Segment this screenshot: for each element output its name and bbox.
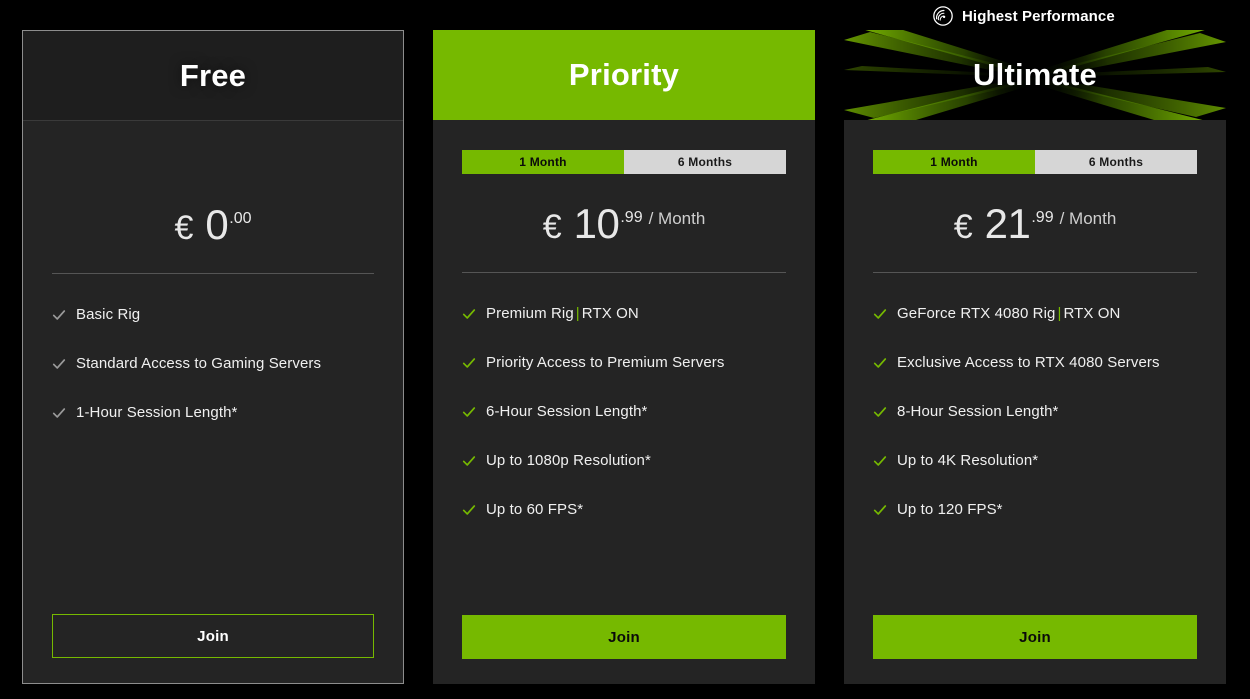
list-item: Standard Access to Gaming Servers xyxy=(52,355,374,373)
checkmark-icon xyxy=(52,408,66,418)
price-amount: 21 xyxy=(984,200,1031,247)
checkmark-icon xyxy=(873,456,887,466)
list-item: Basic Rig xyxy=(52,306,374,324)
plan-title: Ultimate xyxy=(973,57,1097,92)
join-button[interactable]: Join xyxy=(52,614,374,658)
plan-title: Priority xyxy=(568,57,680,92)
checkmark-icon xyxy=(52,310,66,320)
join-button[interactable]: Join xyxy=(462,615,786,659)
price-cents: .00 xyxy=(229,210,252,227)
toggle-option-6-months[interactable]: 6 Months xyxy=(1035,150,1197,174)
toggle-option-1-month[interactable]: 1 Month xyxy=(873,150,1035,174)
highest-performance-badge: Highest Performance xyxy=(932,3,1115,29)
list-item: Premium Rig | RTX ON xyxy=(462,305,786,323)
feature-label: Priority Access to Premium Servers xyxy=(486,354,725,371)
list-item: GeForce RTX 4080 Rig | RTX ON xyxy=(873,305,1197,323)
feature-label: Up to 60 FPS* xyxy=(486,501,584,518)
plan-title: Free xyxy=(179,57,247,93)
join-button[interactable]: Join xyxy=(873,615,1197,659)
feature-label-suffix: RTX ON xyxy=(1063,305,1121,322)
card-body-free: € 0 .00 Basic Rig Standard Access to Gam… xyxy=(23,121,403,683)
pricing-card-free: Free € 0 .00 Basic Rig Standard Access t… xyxy=(22,30,404,684)
checkmark-icon xyxy=(462,309,476,319)
checkmark-icon xyxy=(462,407,476,417)
divider xyxy=(52,273,374,274)
feature-label: 1-Hour Session Length* xyxy=(76,404,238,421)
price-priority: € 10 .99 / Month xyxy=(462,200,786,247)
checkmark-icon xyxy=(462,505,476,515)
list-item: Up to 4K Resolution* xyxy=(873,452,1197,470)
price-cents: .99 xyxy=(1031,209,1054,226)
list-item: 8-Hour Session Length* xyxy=(873,403,1197,421)
cta-wrapper: Join xyxy=(52,614,374,683)
checkmark-icon xyxy=(873,505,887,515)
feature-label-main: GeForce RTX 4080 Rig xyxy=(897,305,1056,322)
billing-period-toggle: 1 Month 6 Months xyxy=(462,150,786,174)
divider xyxy=(873,272,1197,273)
card-header-ultimate: Ultimate xyxy=(844,30,1226,120)
price-period: / Month xyxy=(648,209,706,228)
feature-list-free: Basic Rig Standard Access to Gaming Serv… xyxy=(52,306,374,614)
feature-label: Basic Rig xyxy=(76,306,141,323)
feature-list-ultimate: GeForce RTX 4080 Rig | RTX ON Exclusive Ac… xyxy=(873,305,1197,615)
list-item: Priority Access to Premium Servers xyxy=(462,354,786,372)
toggle-option-6-months[interactable]: 6 Months xyxy=(624,150,786,174)
price-ultimate: € 21 .99 / Month xyxy=(873,200,1197,247)
toggle-placeholder xyxy=(52,151,374,175)
feature-list-priority: Premium Rig | RTX ON Priority Access to Pr… xyxy=(462,305,786,615)
feature-label: Up to 4K Resolution* xyxy=(897,452,1039,469)
checkmark-icon xyxy=(52,359,66,369)
card-body-priority: 1 Month 6 Months € 10 .99 / Month Premiu… xyxy=(433,120,815,684)
feature-label: 6-Hour Session Length* xyxy=(486,403,648,420)
price-amount: 10 xyxy=(573,200,620,247)
feature-label-main: Premium Rig xyxy=(486,305,574,322)
performance-gauge-icon xyxy=(933,6,953,26)
feature-label: Standard Access to Gaming Servers xyxy=(76,355,322,372)
cta-wrapper: Join xyxy=(873,615,1197,684)
price-currency: € xyxy=(174,209,194,247)
billing-period-toggle: 1 Month 6 Months xyxy=(873,150,1197,174)
badge-label: Highest Performance xyxy=(962,7,1115,25)
card-header-free: Free xyxy=(23,31,403,121)
feature-label: Premium Rig | RTX ON xyxy=(486,305,639,323)
price-amount: 0 xyxy=(205,201,229,248)
divider xyxy=(462,272,786,273)
feature-label: Up to 1080p Resolution* xyxy=(486,452,651,469)
feature-label: 8-Hour Session Length* xyxy=(897,403,1059,420)
price-period: / Month xyxy=(1059,209,1117,228)
card-header-priority: Priority xyxy=(433,30,815,120)
checkmark-icon xyxy=(873,358,887,368)
feature-separator: | xyxy=(575,305,580,322)
feature-label: Up to 120 FPS* xyxy=(897,501,1003,518)
list-item: 1-Hour Session Length* xyxy=(52,404,374,422)
list-item: 6-Hour Session Length* xyxy=(462,403,786,421)
checkmark-icon xyxy=(873,309,887,319)
price-currency: € xyxy=(542,208,562,246)
price-cents: .99 xyxy=(620,209,643,226)
price-currency: € xyxy=(953,208,973,246)
pricing-card-list: Free € 0 .00 Basic Rig Standard Access t… xyxy=(22,30,1228,684)
list-item: Up to 120 FPS* xyxy=(873,501,1197,519)
list-item: Up to 60 FPS* xyxy=(462,501,786,519)
card-body-ultimate: 1 Month 6 Months € 21 .99 / Month GeForc… xyxy=(844,120,1226,684)
price-free: € 0 .00 xyxy=(52,201,374,248)
pricing-card-priority: Priority 1 Month 6 Months € 10 .99 / Mon… xyxy=(433,30,815,684)
feature-label: Exclusive Access to RTX 4080 Servers xyxy=(897,354,1160,371)
checkmark-icon xyxy=(462,358,476,368)
pricing-card-ultimate: Ultimate 1 Month 6 Months € 21 .99 / Mon… xyxy=(844,30,1226,684)
list-item: Up to 1080p Resolution* xyxy=(462,452,786,470)
feature-label-suffix: RTX ON xyxy=(581,305,639,322)
checkmark-icon xyxy=(462,456,476,466)
toggle-option-1-month[interactable]: 1 Month xyxy=(462,150,624,174)
list-item: Exclusive Access to RTX 4080 Servers xyxy=(873,354,1197,372)
feature-label: GeForce RTX 4080 Rig | RTX ON xyxy=(897,305,1120,323)
checkmark-icon xyxy=(873,407,887,417)
pricing-page: Highest Performance Free € 0 .00 Basic R… xyxy=(0,0,1250,699)
cta-wrapper: Join xyxy=(462,615,786,684)
